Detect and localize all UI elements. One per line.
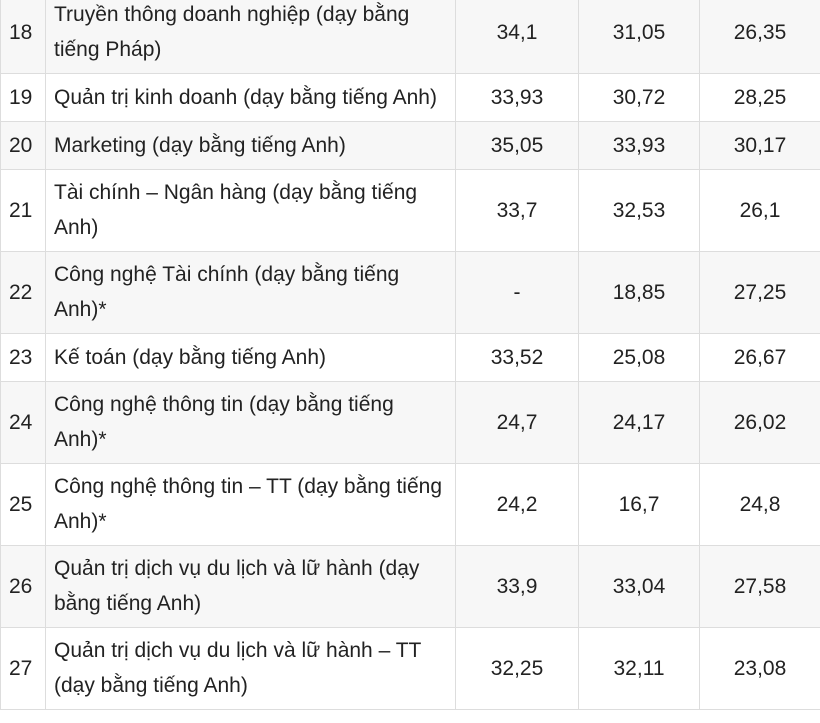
score-col-1: 34,1: [455, 0, 579, 74]
row-number: 18: [0, 0, 46, 74]
score-col-1: 24,2: [455, 463, 579, 546]
score-col-2: 33,04: [578, 545, 700, 628]
table-row: 23 Kế toán (dạy bằng tiếng Anh) 33,52 25…: [0, 333, 820, 382]
program-name: Quản trị dịch vụ du lịch và lữ hành – TT…: [45, 627, 456, 710]
table-row: 27 Quản trị dịch vụ du lịch và lữ hành –…: [0, 627, 820, 710]
score-col-3: 26,67: [699, 333, 820, 382]
table-row: 26 Quản trị dịch vụ du lịch và lữ hành (…: [0, 545, 820, 628]
row-number: 25: [0, 463, 46, 546]
score-col-3: 30,17: [699, 121, 820, 170]
score-col-1: 33,9: [455, 545, 579, 628]
row-number: 20: [0, 121, 46, 170]
score-col-1: 33,52: [455, 333, 579, 382]
score-col-2: 18,85: [578, 251, 700, 334]
row-number: 21: [0, 169, 46, 252]
admission-scores-table: 18 Truyền thông doanh nghiệp (dạy bằng t…: [0, 0, 820, 710]
score-col-3: 27,58: [699, 545, 820, 628]
program-name: Kế toán (dạy bằng tiếng Anh): [45, 333, 456, 382]
program-name: Công nghệ Tài chính (dạy bằng tiếng Anh)…: [45, 251, 456, 334]
table-row: 25 Công nghệ thông tin – TT (dạy bằng ti…: [0, 463, 820, 546]
score-col-3: 27,25: [699, 251, 820, 334]
score-col-2: 16,7: [578, 463, 700, 546]
program-name: Quản trị dịch vụ du lịch và lữ hành (dạy…: [45, 545, 456, 628]
score-col-1: 24,7: [455, 381, 579, 464]
table-row: 24 Công nghệ thông tin (dạy bằng tiếng A…: [0, 381, 820, 464]
program-name: Quản trị kinh doanh (dạy bằng tiếng Anh): [45, 73, 456, 122]
score-col-2: 25,08: [578, 333, 700, 382]
score-col-2: 32,53: [578, 169, 700, 252]
score-col-3: 26,02: [699, 381, 820, 464]
score-col-2: 32,11: [578, 627, 700, 710]
row-number: 26: [0, 545, 46, 628]
table-row: 21 Tài chính – Ngân hàng (dạy bằng tiếng…: [0, 169, 820, 252]
score-col-1: 33,7: [455, 169, 579, 252]
row-number: 23: [0, 333, 46, 382]
table-row: 19 Quản trị kinh doanh (dạy bằng tiếng A…: [0, 73, 820, 122]
score-col-1: 32,25: [455, 627, 579, 710]
program-name: Truyền thông doanh nghiệp (dạy bằng tiến…: [45, 0, 456, 74]
score-col-3: 23,08: [699, 627, 820, 710]
score-col-1: 35,05: [455, 121, 579, 170]
score-col-3: 24,8: [699, 463, 820, 546]
row-number: 19: [0, 73, 46, 122]
score-col-2: 30,72: [578, 73, 700, 122]
row-number: 22: [0, 251, 46, 334]
score-col-2: 24,17: [578, 381, 700, 464]
score-col-3: 28,25: [699, 73, 820, 122]
table-row: 20 Marketing (dạy bằng tiếng Anh) 35,05 …: [0, 121, 820, 170]
score-col-1: 33,93: [455, 73, 579, 122]
table-row: 22 Công nghệ Tài chính (dạy bằng tiếng A…: [0, 251, 820, 334]
table-row: 18 Truyền thông doanh nghiệp (dạy bằng t…: [0, 0, 820, 74]
score-col-3: 26,1: [699, 169, 820, 252]
program-name: Marketing (dạy bằng tiếng Anh): [45, 121, 456, 170]
program-name: Công nghệ thông tin – TT (dạy bằng tiếng…: [45, 463, 456, 546]
row-number: 27: [0, 627, 46, 710]
row-number: 24: [0, 381, 46, 464]
score-col-2: 31,05: [578, 0, 700, 74]
score-col-2: 33,93: [578, 121, 700, 170]
program-name: Công nghệ thông tin (dạy bằng tiếng Anh)…: [45, 381, 456, 464]
score-col-3: 26,35: [699, 0, 820, 74]
score-col-1: -: [455, 251, 579, 334]
program-name: Tài chính – Ngân hàng (dạy bằng tiếng An…: [45, 169, 456, 252]
